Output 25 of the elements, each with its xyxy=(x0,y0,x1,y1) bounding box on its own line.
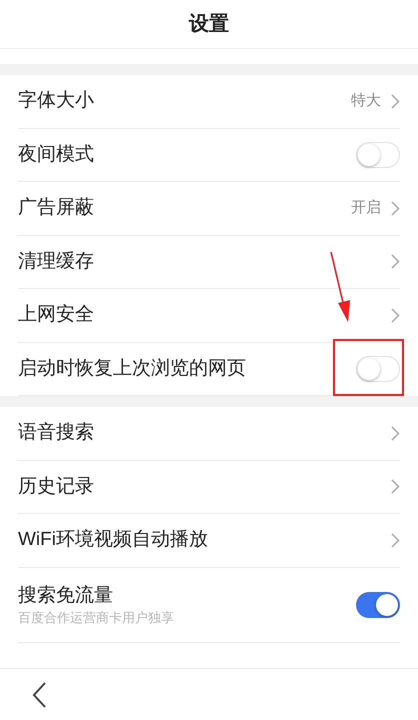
setting-label: 历史记录 xyxy=(18,474,94,499)
chevron-right-icon xyxy=(391,308,400,323)
toggle-switch[interactable] xyxy=(356,592,400,618)
setting-value: 开启 xyxy=(351,198,381,218)
chevron-right-icon xyxy=(391,426,400,441)
setting-description: 百度合作运营商卡用户独享 xyxy=(18,608,174,626)
chevron-right-icon xyxy=(391,94,400,109)
chevron-right-icon xyxy=(391,254,400,270)
chevron-right-icon xyxy=(391,200,400,216)
setting-label: 清理缓存 xyxy=(18,250,94,274)
toggle-switch[interactable] xyxy=(356,356,400,382)
annotation-arrow xyxy=(330,250,352,322)
setting-label: WiFi环境视频自动播放 xyxy=(18,528,208,552)
setting-label: 语音搜索 xyxy=(18,421,94,446)
chevron-right-icon xyxy=(391,532,400,548)
setting-label: 搜索免流量 xyxy=(18,584,114,608)
chevron-right-icon xyxy=(391,479,400,494)
setting-label: 启动时恢复上次浏览的网页 xyxy=(18,356,246,381)
toggle-switch[interactable] xyxy=(356,142,400,168)
page-title: 设置 xyxy=(189,12,229,37)
setting-value: 特大 xyxy=(351,91,381,111)
setting-label: 广告屏蔽 xyxy=(18,196,94,220)
setting-label: 上网安全 xyxy=(18,303,94,328)
setting-label: 夜间模式 xyxy=(18,142,94,167)
setting-label: 字体大小 xyxy=(18,89,94,114)
